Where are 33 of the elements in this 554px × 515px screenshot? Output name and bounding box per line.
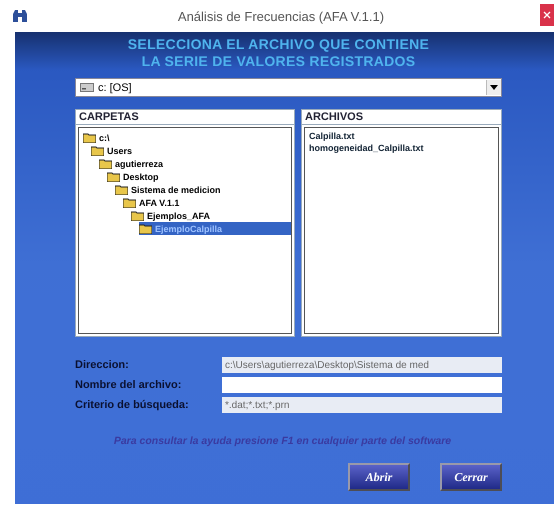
folder-icon [123, 198, 136, 208]
folder-item[interactable]: AFA V.1.1 [123, 196, 287, 209]
folder-icon [91, 146, 104, 156]
folder-icon [131, 210, 144, 220]
folder-icon [107, 172, 120, 182]
folder-icon [139, 224, 152, 234]
file-item[interactable]: Calpilla.txt [309, 131, 494, 143]
folder-item[interactable]: Sistema de medicion [115, 183, 287, 196]
files-heading: ARCHIVOS [302, 110, 501, 125]
folder-item[interactable]: agutierreza [99, 157, 287, 170]
field-label: Nombre del archivo: [75, 379, 182, 391]
field-label: Criterio de búsqueda: [75, 399, 190, 411]
header-text: SELECCIONA EL ARCHIVO QUE CONTIENE [126, 36, 430, 53]
window-title: Análisis de Frecuencias (AFA V.1.1) [176, 8, 386, 24]
close-icon [543, 11, 551, 19]
folder-icon [99, 158, 112, 168]
header-text: LA SERIE DE VALORES REGISTRADOS [140, 53, 416, 70]
input-field[interactable] [222, 377, 502, 393]
dialog-button[interactable]: Cerrar [440, 463, 502, 491]
folder-item[interactable]: Ejemplos_AFA [131, 209, 287, 222]
folder-item[interactable]: Users [91, 144, 287, 157]
folder-icon [115, 184, 128, 194]
drive-icon [80, 83, 94, 92]
dialog-button[interactable]: Abrir [348, 463, 410, 491]
close-button[interactable] [540, 4, 554, 26]
folder-icon [83, 132, 96, 142]
folder-item[interactable]: c:\ [83, 131, 287, 144]
drive-dropdown[interactable]: c: [OS] [75, 78, 502, 97]
file-item[interactable]: homogeneidad_Calpilla.txt [309, 143, 494, 155]
binoculars-icon [12, 9, 28, 23]
field-label: Direccion: [75, 359, 130, 371]
folders-heading: CARPETAS [76, 110, 294, 125]
folder-item[interactable]: Desktop [107, 170, 287, 183]
